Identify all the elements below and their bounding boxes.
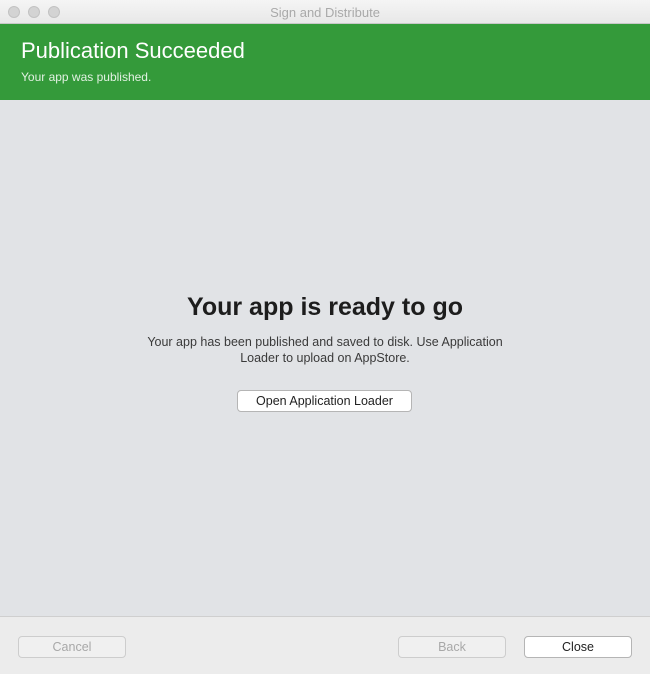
title-bar[interactable]: Sign and Distribute [0,0,650,24]
sign-and-distribute-window: Sign and Distribute Publication Succeede… [0,0,650,674]
status-banner: Publication Succeeded Your app was publi… [0,24,650,100]
footer-bar: Cancel Back Close [0,616,650,674]
close-button[interactable]: Close [524,636,632,658]
main-content: Your app is ready to go Your app has bee… [0,100,650,616]
ready-description: Your app has been published and saved to… [147,335,503,365]
ready-headline: Your app is ready to go [187,293,463,321]
window-title: Sign and Distribute [270,5,380,20]
banner-subtitle: Your app was published. [21,70,152,84]
cancel-button: Cancel [18,636,126,658]
banner-title: Publication Succeeded [21,38,245,63]
open-application-loader-button[interactable]: Open Application Loader [237,390,412,412]
back-button: Back [398,636,506,658]
